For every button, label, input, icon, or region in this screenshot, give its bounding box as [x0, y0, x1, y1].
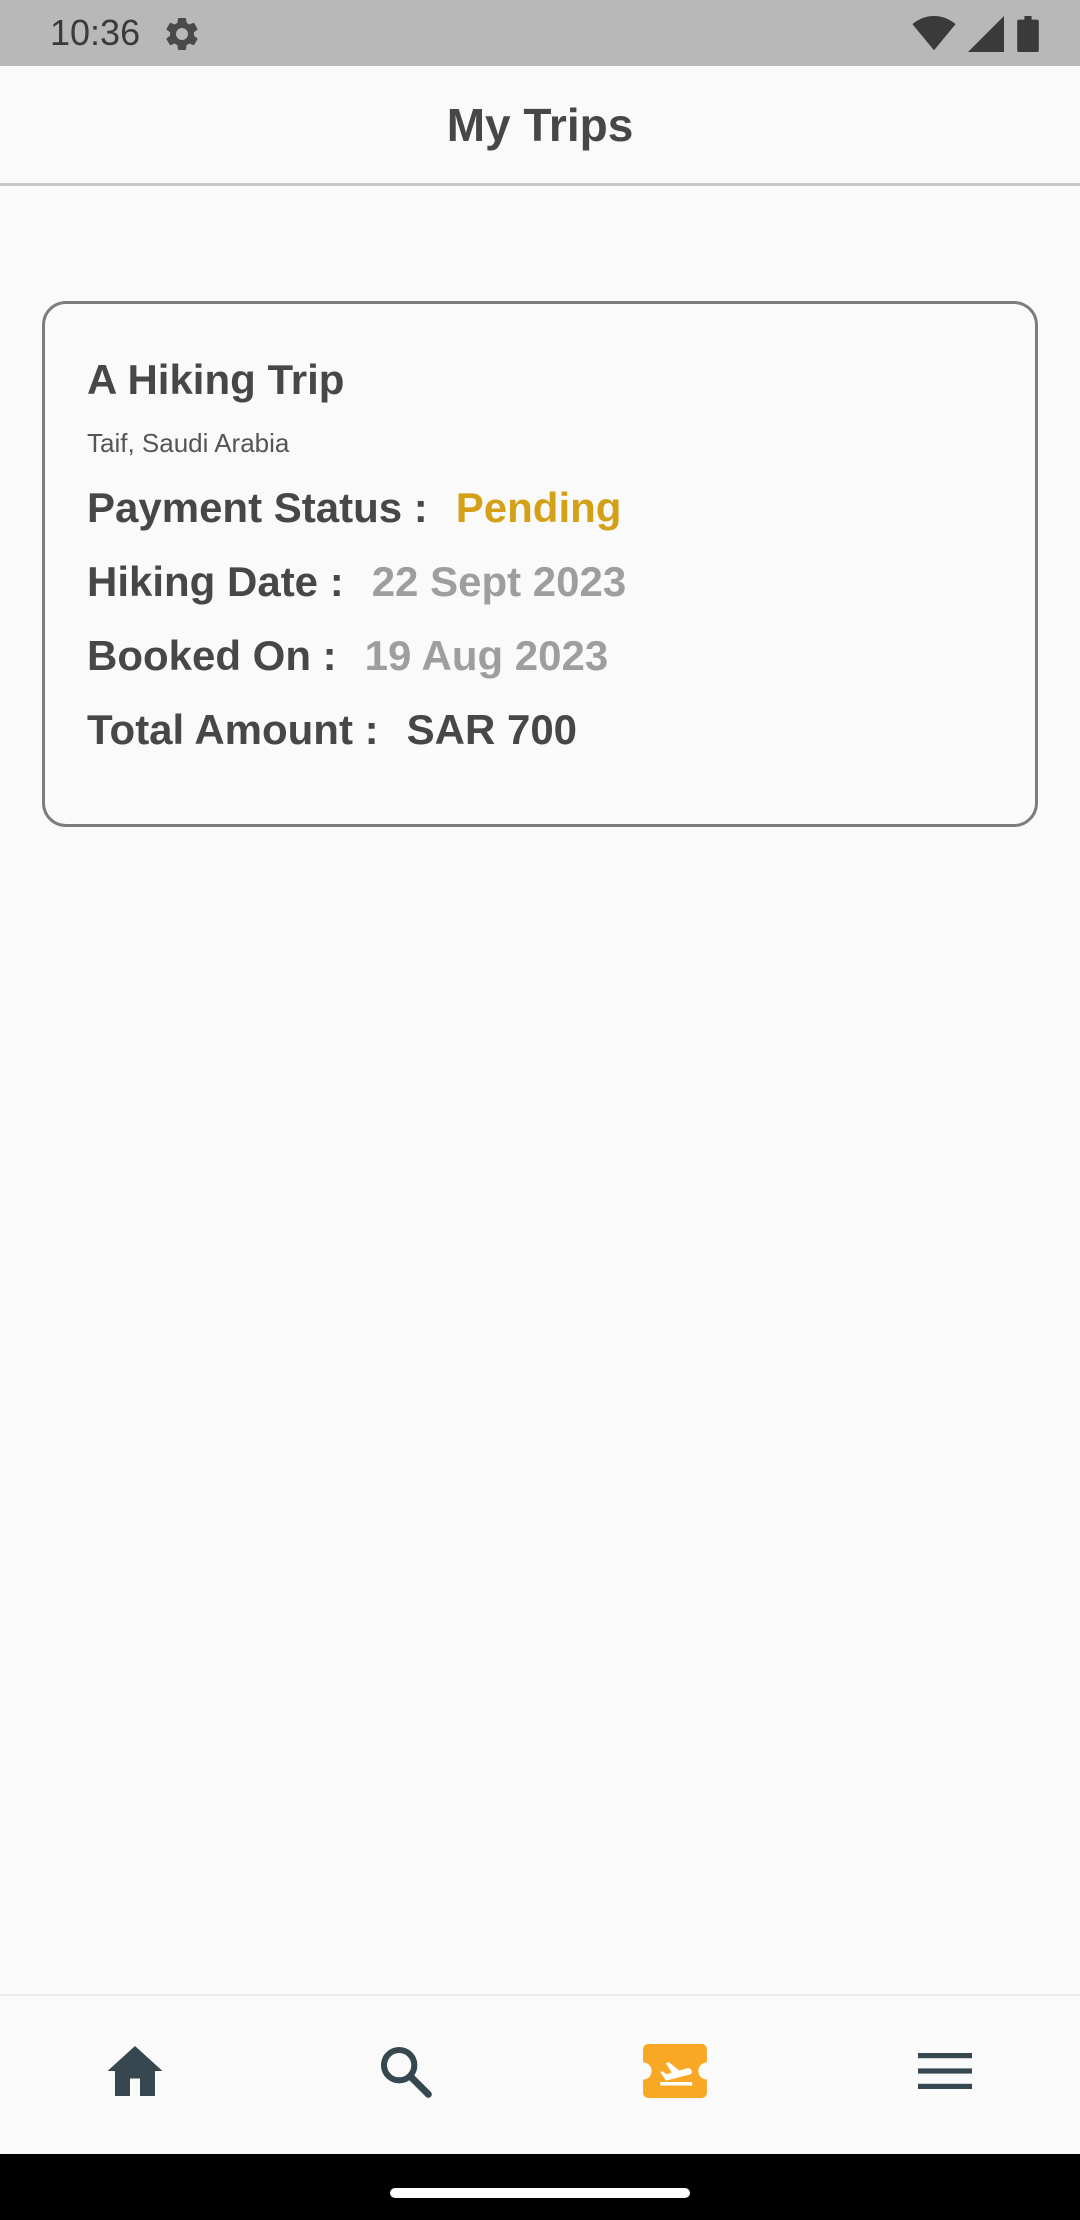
booked-on-value: 19 Aug 2023: [364, 632, 609, 679]
home-icon: [107, 2046, 163, 2096]
bottom-nav: [0, 1994, 1080, 2154]
payment-status-label: Payment Status :: [87, 484, 428, 531]
wifi-icon: [912, 16, 956, 51]
app-bar: My Trips: [0, 66, 1080, 186]
trip-location: Taif, Saudi Arabia: [87, 428, 290, 458]
nav-home-button[interactable]: [0, 1996, 270, 2146]
menu-icon: [918, 2053, 972, 2089]
total-amount-value: SAR 700: [406, 706, 578, 753]
search-icon: [380, 2046, 432, 2098]
status-bar: 10:36: [0, 0, 1080, 66]
total-amount-label: Total Amount :: [87, 706, 379, 753]
payment-status-row: Payment Status : Pending: [87, 484, 621, 532]
page-title: My Trips: [446, 98, 634, 151]
total-amount-row: Total Amount : SAR 700: [87, 706, 577, 754]
hiking-date-label: Hiking Date :: [87, 558, 344, 605]
trip-card[interactable]: A Hiking Trip Taif, Saudi Arabia Payment…: [42, 301, 1038, 827]
settings-gear-icon: [162, 14, 202, 54]
hiking-date-value: 22 Sept 2023: [371, 558, 627, 605]
home-gesture-handle[interactable]: [390, 2188, 690, 2198]
booked-on-row: Booked On : 19 Aug 2023: [87, 632, 608, 680]
signal-icon: [968, 16, 1004, 52]
nav-menu-button[interactable]: [810, 1996, 1080, 2146]
battery-icon: [1017, 16, 1039, 52]
booked-on-label: Booked On :: [87, 632, 337, 679]
trips-ticket-icon: [643, 2044, 707, 2098]
hiking-date-row: Hiking Date : 22 Sept 2023: [87, 558, 626, 606]
system-navigation-bar: [0, 2154, 1080, 2220]
trip-title: A Hiking Trip: [87, 356, 345, 403]
nav-search-button[interactable]: [270, 1996, 540, 2146]
status-time: 10:36: [50, 12, 141, 53]
status-icons: [912, 14, 1040, 54]
payment-status-value: Pending: [455, 484, 622, 531]
nav-trips-button[interactable]: [540, 1996, 810, 2146]
